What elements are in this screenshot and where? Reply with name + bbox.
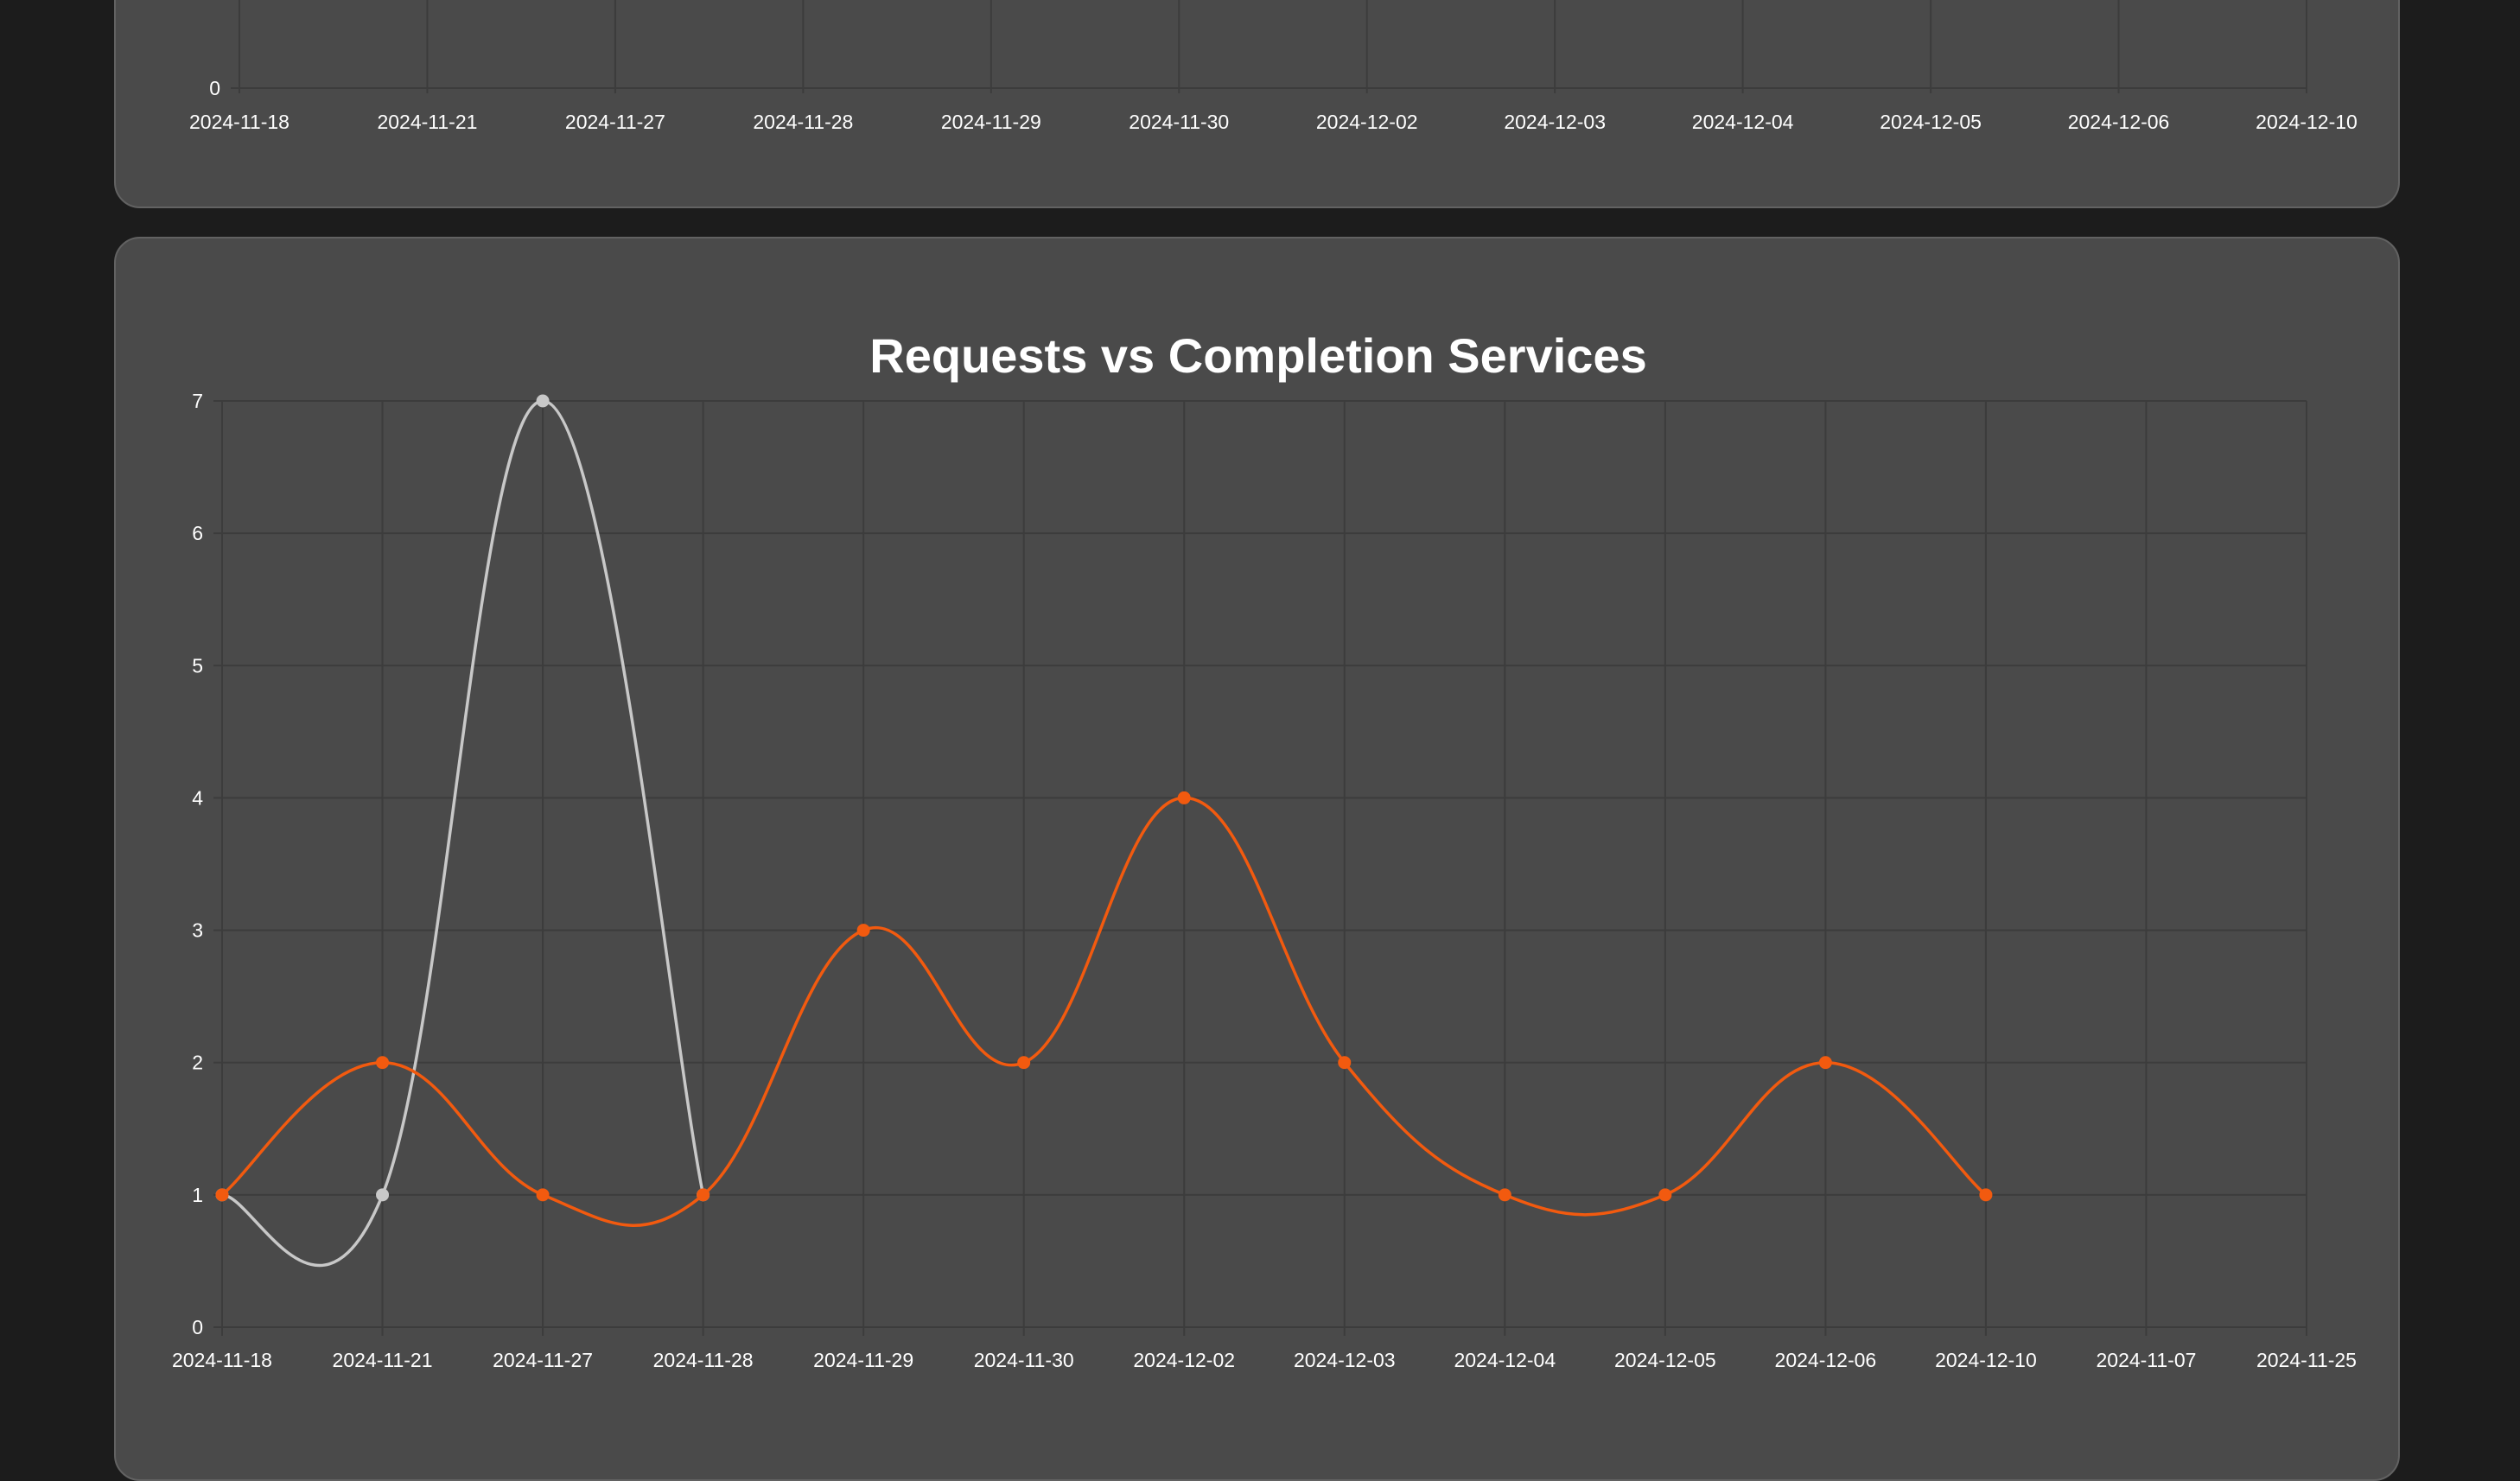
completion-data-point [1979,1188,1993,1202]
top-x-tick-label: 2024-11-30 [1129,111,1229,133]
top-x-tick-label: 2024-12-10 [2256,111,2358,133]
x-tick-label: 2024-11-07 [2096,1349,2196,1371]
top-x-tick-label: 2024-12-04 [1692,111,1794,133]
x-tick-label: 2024-12-03 [1294,1349,1396,1371]
x-tick-label: 2024-12-04 [1454,1349,1556,1371]
top-x-tick-label: 2024-11-21 [377,111,477,133]
top-chart-card: 2024-11-18 2024-11-21 2024-11-27 2024-11-28… [114,0,2400,208]
requests-series-line [220,399,705,1268]
completion-data-point [536,1188,550,1202]
completion-data-point [1177,791,1191,804]
completion-data-point [1338,1056,1352,1070]
top-y-tick-label: 0 [209,77,220,99]
top-chart: 2024-11-18 2024-11-21 2024-11-27 2024-11-28… [189,0,2358,133]
requests-data-point [536,394,550,408]
main-chart-grid [213,400,2307,1336]
completion-series-line [220,796,1988,1227]
completion-data-point [1017,1056,1031,1070]
x-tick-label: 2024-11-28 [653,1349,754,1371]
completion-data-point [1818,1056,1832,1070]
y-tick-label: 0 [192,1316,203,1338]
y-tick-label: 3 [192,919,203,942]
y-tick-label: 4 [192,786,203,809]
top-x-tick-label: 2024-12-02 [1316,111,1418,133]
x-tick-label: 2024-12-05 [1614,1349,1716,1371]
y-tick-label: 7 [192,390,203,412]
y-tick-label: 6 [192,522,203,544]
completion-data-point [856,924,870,938]
completion-data-point [697,1188,710,1202]
chart-title: Requests vs Completion Services [869,328,1646,383]
x-tick-label: 2024-12-02 [1133,1349,1235,1371]
x-tick-label: 2024-11-18 [172,1349,272,1371]
completion-data-point [1498,1188,1511,1202]
completion-data-point [376,1056,390,1070]
x-tick-label: 2024-11-21 [333,1349,433,1371]
top-x-tick-label: 2024-12-05 [1880,111,1982,133]
top-x-tick-label: 2024-11-27 [565,111,665,133]
main-chart-card: Requests vs Completion Services 0 1 2 3 4 5 6 7… [114,237,2400,1481]
completion-data-point [215,1188,229,1202]
x-tick-label: 2024-11-25 [2256,1349,2357,1371]
y-tick-label: 5 [192,654,203,677]
x-tick-label: 2024-11-29 [813,1349,913,1371]
x-tick-label: 2024-11-30 [974,1349,1074,1371]
y-tick-label: 2 [192,1052,203,1074]
x-tick-label: 2024-12-10 [1935,1349,2037,1371]
top-x-tick-label: 2024-12-06 [2068,111,2170,133]
top-x-tick-label: 2024-11-18 [189,111,290,133]
top-x-tick-label: 2024-12-03 [1504,111,1606,133]
requests-completion-chart: Requests vs Completion Services 0 1 2 3 4 5 6 7… [172,328,2357,1371]
completion-data-point [1658,1188,1672,1202]
x-tick-label: 2024-12-06 [1775,1349,1877,1371]
top-x-tick-label: 2024-11-28 [753,111,853,133]
requests-data-point [376,1188,390,1202]
y-tick-label: 1 [192,1184,203,1206]
x-tick-label: 2024-11-27 [493,1349,593,1371]
top-x-tick-label: 2024-11-29 [941,111,1041,133]
top-chart-grid [231,0,2307,93]
